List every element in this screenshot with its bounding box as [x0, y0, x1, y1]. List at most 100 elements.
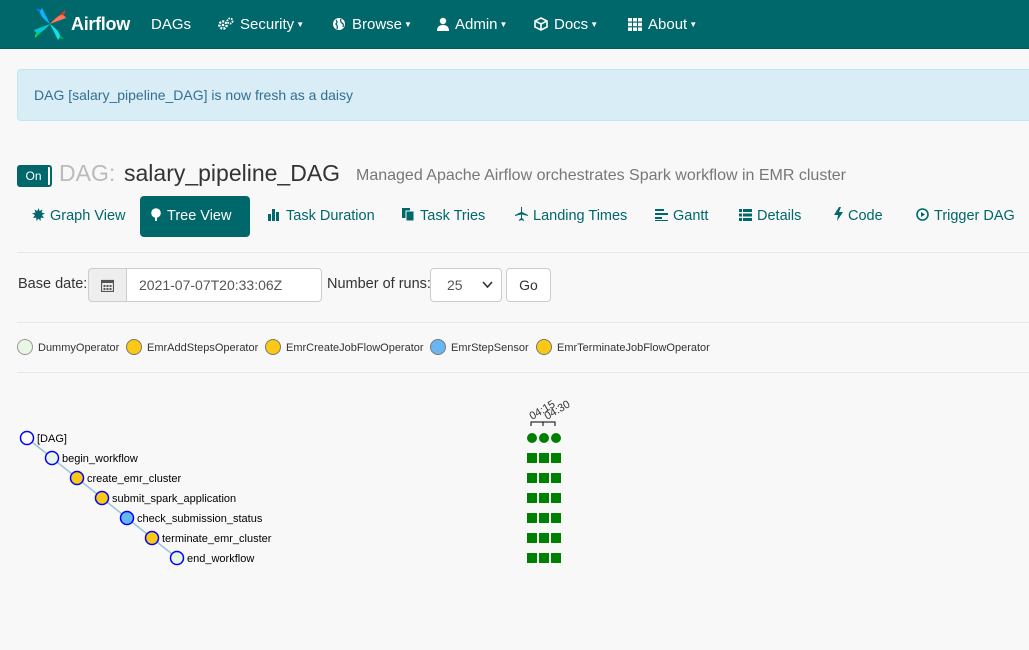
tab-trigger-dag[interactable]: Trigger DAG	[906, 196, 1025, 237]
go-button[interactable]: Go	[506, 268, 551, 302]
run-status-grid	[527, 433, 561, 563]
task-node[interactable]	[119, 510, 135, 526]
task-instance-square[interactable]	[527, 513, 537, 523]
task-node[interactable]	[169, 550, 185, 566]
task-instance-square[interactable]	[539, 553, 549, 563]
task-instance-square[interactable]	[527, 473, 537, 483]
divider	[17, 252, 1029, 253]
th-grid-icon	[628, 18, 642, 31]
tab-gantt[interactable]: Gantt	[645, 196, 718, 237]
task-label[interactable]: [DAG]	[37, 433, 67, 445]
task-node[interactable]	[144, 530, 160, 546]
user-icon	[437, 17, 449, 31]
nav-about-label: About	[648, 16, 688, 33]
nav-security-label: Security	[240, 16, 295, 33]
task-label[interactable]: check_submission_status	[137, 513, 263, 525]
task-instance-square[interactable]	[527, 553, 537, 563]
legend-label: EmrTerminateJobFlowOperator	[557, 342, 710, 354]
dag-id-title: salary_pipeline_DAG	[124, 160, 341, 186]
legend-emr-terminate-job-flow-operator: EmrTerminateJobFlowOperator	[536, 339, 710, 357]
legend-emr-add-steps-operator: EmrAddStepsOperator	[126, 339, 258, 357]
task-label[interactable]: create_emr_cluster	[87, 473, 181, 485]
task-instance-square[interactable]	[527, 453, 537, 463]
task-instance-square[interactable]	[527, 493, 537, 503]
tab-task-duration[interactable]: Task Duration	[258, 196, 385, 237]
dag-run-circle[interactable]	[527, 433, 537, 443]
divider	[17, 372, 1029, 373]
task-instance-square[interactable]	[527, 533, 537, 543]
caret-down-icon: ▼	[590, 20, 599, 29]
base-date-input[interactable]	[126, 268, 322, 302]
legend-emr-create-job-flow-operator: EmrCreateJobFlowOperator	[265, 339, 424, 357]
sun-icon	[32, 208, 45, 221]
task-node[interactable]	[94, 490, 110, 506]
task-instance-square[interactable]	[539, 473, 549, 483]
task-instance-square[interactable]	[551, 513, 561, 523]
tab-label: Landing Times	[533, 208, 628, 224]
tab-details[interactable]: Details	[729, 196, 811, 237]
task-node[interactable]	[69, 470, 85, 486]
nav-browse-label: Browse	[352, 16, 403, 33]
tab-label: Details	[757, 208, 802, 224]
task-label[interactable]: begin_workflow	[62, 453, 138, 465]
task-label[interactable]: terminate_emr_cluster	[162, 533, 272, 545]
dag-run-circle[interactable]	[539, 433, 549, 443]
tab-code[interactable]: Code	[824, 196, 893, 237]
task-instance-square[interactable]	[551, 553, 561, 563]
dag-description: Managed Apache Airflow orchestrates Spar…	[356, 167, 846, 184]
airflow-logo-link[interactable]: Airflow	[32, 6, 130, 42]
cube-icon	[534, 17, 548, 31]
tab-graph-view[interactable]: Graph View	[22, 196, 136, 237]
tree-icon	[151, 208, 161, 221]
task-node[interactable]	[44, 450, 60, 466]
task-instance-square[interactable]	[551, 533, 561, 543]
caret-down-icon: ▼	[404, 20, 412, 29]
base-date-label: Base date:	[18, 276, 88, 292]
dag-run-circle[interactable]	[551, 433, 561, 443]
task-node[interactable]	[19, 430, 35, 446]
caret-down-icon: ▼	[296, 20, 305, 29]
num-runs-label: Number of runs:	[327, 276, 431, 292]
num-runs-value: 25	[447, 277, 463, 293]
task-instance-square[interactable]	[539, 533, 549, 543]
divider	[17, 322, 1029, 323]
globe-icon	[333, 18, 345, 30]
task-instance-square[interactable]	[551, 493, 561, 503]
nav-dags[interactable]: DAGs	[151, 0, 191, 49]
top-navbar: Airflow DAGs Security ▼ Browse ▼ Admin ▼ Do…	[0, 0, 1029, 49]
dag-prefix: DAG:	[59, 160, 116, 186]
task-instance-square[interactable]	[551, 473, 561, 483]
task-instance-square[interactable]	[539, 493, 549, 503]
task-instance-square[interactable]	[539, 453, 549, 463]
nav-about[interactable]: About ▼	[628, 0, 697, 49]
num-runs-select[interactable]: 25	[430, 268, 502, 302]
task-instance-square[interactable]	[539, 513, 549, 523]
caret-down-icon: ▼	[689, 20, 698, 29]
pinwheel-logo-icon	[34, 8, 66, 40]
task-label[interactable]: end_workflow	[187, 553, 254, 565]
nav-security[interactable]: Security ▼	[218, 0, 304, 49]
plane-icon	[515, 207, 528, 221]
play-circle-icon	[916, 208, 929, 221]
dag-pause-toggle[interactable]: On	[17, 165, 52, 187]
nav-admin[interactable]: Admin ▼	[437, 0, 507, 49]
chevron-down-icon	[482, 269, 493, 312]
nav-docs[interactable]: Docs ▼	[534, 0, 598, 49]
calendar-addon[interactable]	[88, 268, 127, 302]
list-icon	[739, 209, 752, 221]
legend-swatch	[265, 339, 281, 355]
tab-task-tries[interactable]: Task Tries	[392, 196, 495, 237]
tab-tree-view[interactable]: Tree View	[140, 196, 250, 237]
tab-label: Graph View	[50, 208, 126, 224]
tab-label: Trigger DAG	[934, 208, 1015, 224]
nav-admin-label: Admin	[455, 16, 498, 33]
task-label[interactable]: submit_spark_application	[112, 493, 236, 505]
nav-dags-label: DAGs	[151, 16, 192, 33]
caret-down-icon: ▼	[499, 20, 508, 29]
nav-docs-label: Docs	[554, 16, 589, 33]
legend-swatch	[17, 339, 33, 355]
nav-browse[interactable]: Browse ▼	[332, 0, 412, 49]
task-instance-square[interactable]	[551, 453, 561, 463]
tab-landing-times[interactable]: Landing Times	[505, 196, 637, 237]
cogs-icon	[218, 17, 234, 30]
